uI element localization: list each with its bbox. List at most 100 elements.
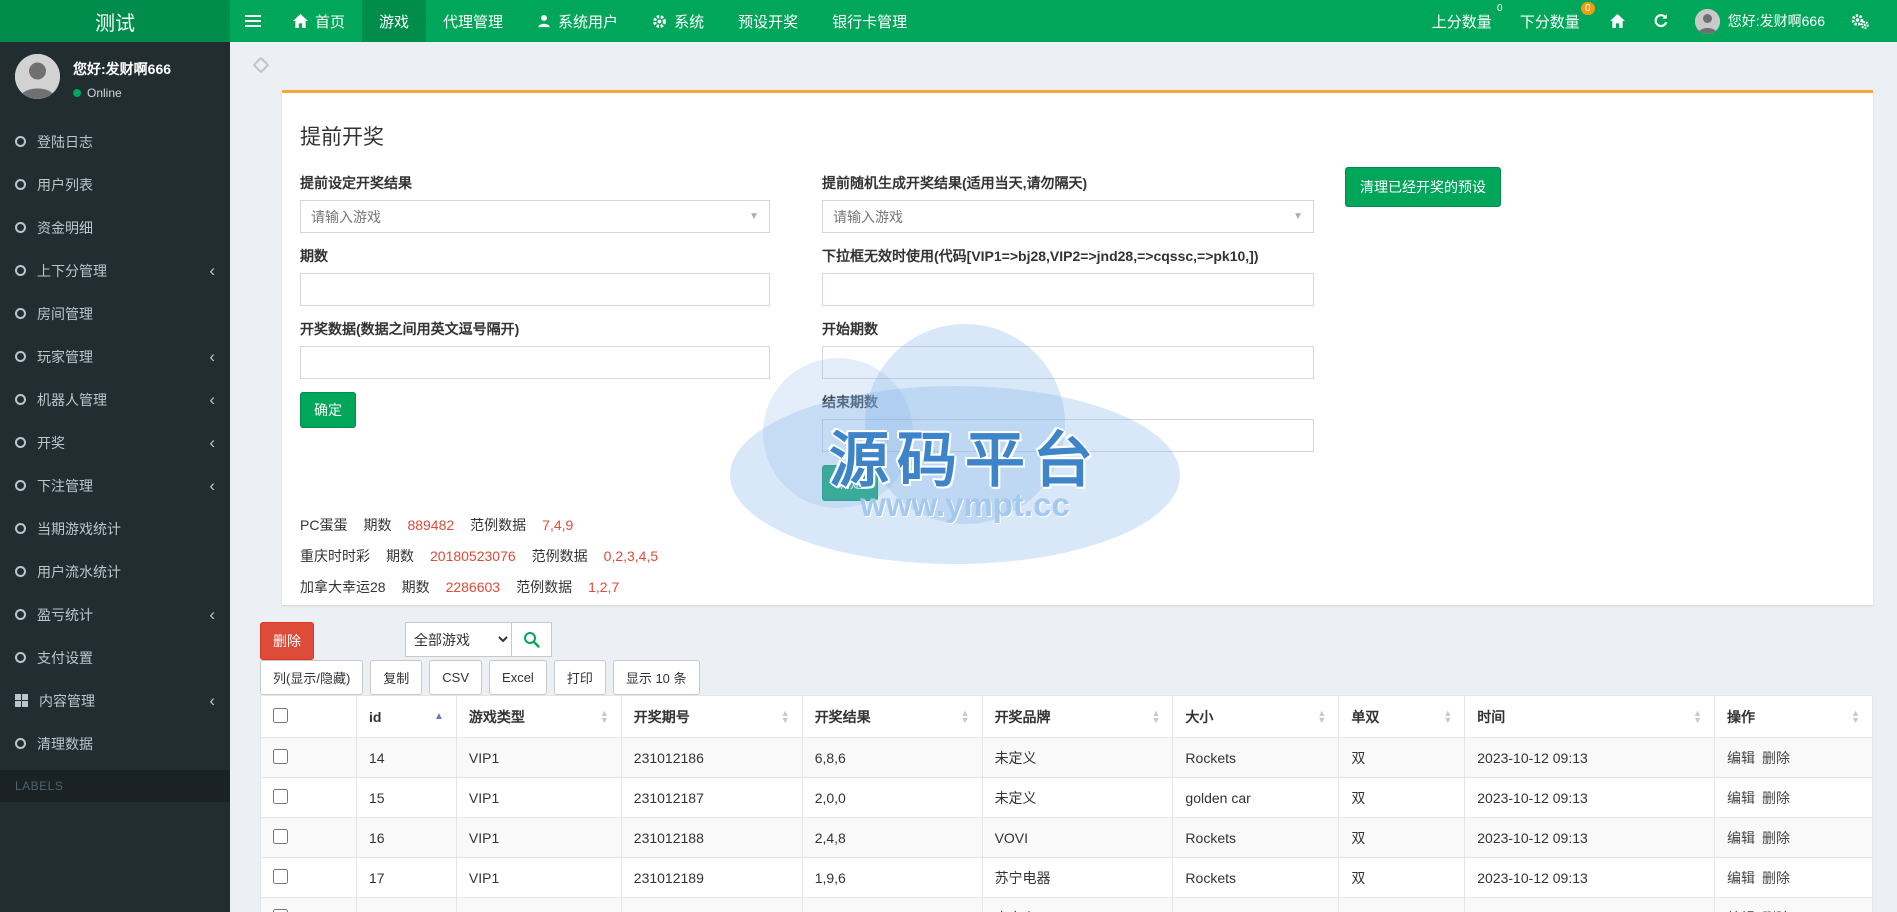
- print-button[interactable]: 打印: [553, 660, 606, 695]
- lottery-data-input[interactable]: [300, 346, 770, 379]
- nav-item-agent-management[interactable]: 代理管理: [426, 0, 520, 42]
- sample-data-list: PC蛋蛋 期数 889482 范例数据 7,4,9 重庆时时彩 期数 20180523076…: [300, 515, 1855, 605]
- sidebar-menu: 登陆日志 用户列表 资金明细 上下分管理 ‹ 房间管理 玩家管理 ‹ 机器人管理 ‹ …: [0, 120, 230, 802]
- select-all-checkbox[interactable]: [273, 707, 288, 723]
- confirm-set-button[interactable]: 确定: [300, 392, 356, 428]
- edit-link[interactable]: 编辑: [1727, 790, 1755, 806]
- main-menu: 首页 游戏 代理管理 系统用户 系统 预设开奖 银行卡管理: [276, 0, 924, 42]
- grid-icon: [15, 694, 28, 707]
- row-checkbox[interactable]: [273, 828, 288, 844]
- search-button[interactable]: [512, 622, 552, 657]
- sidebar-item-login-log[interactable]: 登陆日志: [0, 120, 230, 163]
- sidebar-toggle-button[interactable]: [230, 0, 276, 42]
- delete-button[interactable]: 删除: [260, 622, 314, 660]
- column-header-actions[interactable]: 操作 ▲ ▼: [1714, 695, 1873, 738]
- column-header-id[interactable]: id ▲: [355, 695, 457, 738]
- start-issue-input[interactable]: [822, 346, 1314, 379]
- copy-button[interactable]: 复制: [370, 660, 423, 695]
- confirm-random-button[interactable]: 确定: [822, 465, 878, 501]
- nav-item-games[interactable]: 游戏: [362, 0, 427, 42]
- circle-icon: [15, 738, 26, 749]
- circle-icon: [15, 652, 26, 663]
- row-checkbox[interactable]: [273, 868, 288, 884]
- avatar: [1694, 8, 1720, 34]
- circle-icon: [15, 265, 26, 276]
- sidebar-item-player-management[interactable]: 玩家管理 ‹: [0, 335, 230, 378]
- random-game-select[interactable]: 请输入游戏 ▼: [822, 200, 1314, 233]
- sidebar-item-profit-stats[interactable]: 盈亏统计 ‹: [0, 593, 230, 636]
- delete-link[interactable]: 删除: [1762, 870, 1790, 886]
- sidebar-item-payment-settings[interactable]: 支付设置: [0, 636, 230, 679]
- sidebar-item-bet-management[interactable]: 下注管理 ‹: [0, 464, 230, 507]
- row-checkbox[interactable]: [273, 788, 288, 804]
- clean-opened-presets-button[interactable]: 清理已经开奖的预设: [1345, 167, 1501, 207]
- chevron-left-icon: ‹: [209, 261, 215, 280]
- refresh-icon: [1654, 14, 1667, 28]
- end-issue-label: 结束期数: [822, 394, 878, 410]
- main-content: 提前开奖 清理已经开奖的预设 提前设定开奖结果 请输入游戏 ▼ 期数 开奖数据(…: [230, 42, 1897, 912]
- excel-button[interactable]: Excel: [489, 660, 547, 695]
- user-menu[interactable]: 您好:发财啊666: [1685, 8, 1835, 34]
- game-filter-select[interactable]: 全部游戏: [405, 622, 512, 657]
- sidebar-item-room-management[interactable]: 房间管理: [0, 292, 230, 335]
- results-table: id ▲ 游戏类型 ▲ ▼ 开奖期号 ▲ ▼ 开奖结果 ▲ ▼ 开奖品牌 ▲ ▼ 大小 ▲ ▼ 单双 ▲…: [260, 695, 1873, 912]
- column-header-brand[interactable]: 开奖品牌 ▲ ▼: [981, 695, 1174, 738]
- sidebar-item-user-flow-stats[interactable]: 用户流水统计: [0, 550, 230, 593]
- content-header-icon: [252, 56, 270, 74]
- sidebar-item-lottery[interactable]: 开奖 ‹: [0, 421, 230, 464]
- column-header-parity[interactable]: 单双 ▲ ▼: [1338, 695, 1466, 738]
- game-select[interactable]: 请输入游戏 ▼: [300, 200, 770, 233]
- navbar-right: 上分数量 0 下分数量 0 您好:发财啊666: [1422, 0, 1897, 42]
- sidebar-item-funds-detail[interactable]: 资金明细: [0, 206, 230, 249]
- column-header-issue[interactable]: 开奖期号 ▲ ▼: [620, 695, 803, 738]
- fallback-code-input[interactable]: [822, 273, 1314, 306]
- sidebar-item-clean-data[interactable]: 清理数据: [0, 722, 230, 765]
- nav-item-preset-lottery[interactable]: 预设开奖: [721, 0, 815, 42]
- home-shortcut-button[interactable]: [1598, 14, 1637, 28]
- online-status[interactable]: Online: [73, 86, 171, 100]
- nav-item-home[interactable]: 首页: [276, 0, 362, 42]
- sidebar-item-robot-management[interactable]: 机器人管理 ‹: [0, 378, 230, 421]
- up-points-counter[interactable]: 上分数量 0: [1422, 1, 1507, 32]
- circle-icon: [15, 308, 26, 319]
- row-checkbox[interactable]: [273, 748, 288, 764]
- delete-link[interactable]: 删除: [1762, 750, 1790, 766]
- settings-button[interactable]: [1839, 13, 1881, 29]
- columns-visibility-button[interactable]: 列(显示/隐藏): [260, 660, 364, 695]
- circle-icon: [15, 394, 26, 405]
- table-row: 14 VIP1 231012186 6,8,6 未定义 Rockets 双 20…: [260, 737, 1873, 778]
- nav-item-system-users[interactable]: 系统用户: [520, 0, 635, 42]
- down-points-counter[interactable]: 下分数量 0: [1510, 1, 1595, 32]
- issue-input[interactable]: [300, 273, 770, 306]
- brand-logo[interactable]: 测试: [0, 0, 230, 42]
- table-header-row: id ▲ 游戏类型 ▲ ▼ 开奖期号 ▲ ▼ 开奖结果 ▲ ▼ 开奖品牌 ▲ ▼ 大小 ▲ ▼ 单双 ▲…: [260, 695, 1873, 738]
- edit-link[interactable]: 编辑: [1727, 750, 1755, 766]
- sort-icon: ▲ ▼: [1693, 707, 1703, 725]
- column-header-time[interactable]: 时间 ▲ ▼: [1464, 695, 1716, 738]
- sort-icon: ▲ ▼: [1443, 707, 1453, 725]
- column-header-size[interactable]: 大小 ▲ ▼: [1172, 695, 1340, 738]
- chevron-left-icon: ‹: [209, 605, 215, 624]
- sidebar-item-current-game-stats[interactable]: 当期游戏统计: [0, 507, 230, 550]
- sample-line: 加拿大幸运28 期数 2286603 范例数据 1,2,7: [300, 579, 620, 595]
- delete-link[interactable]: 删除: [1762, 830, 1790, 846]
- nav-item-bank-card-management[interactable]: 银行卡管理: [815, 0, 924, 42]
- page-length-button[interactable]: 显示 10 条: [612, 660, 700, 695]
- column-header-result[interactable]: 开奖结果 ▲ ▼: [801, 695, 983, 738]
- delete-link[interactable]: 删除: [1762, 790, 1790, 806]
- gear-icon: [653, 14, 666, 28]
- table-row: 16 VIP1 231012188 2,4,8 VOVI Rockets 双 2…: [260, 817, 1873, 858]
- column-header-game-type[interactable]: 游戏类型 ▲ ▼: [455, 695, 622, 738]
- edit-link[interactable]: 编辑: [1727, 870, 1755, 886]
- chevron-left-icon: ‹: [209, 433, 215, 452]
- edit-link[interactable]: 编辑: [1727, 830, 1755, 846]
- row-checkbox[interactable]: [273, 908, 288, 912]
- csv-button[interactable]: CSV: [429, 660, 483, 695]
- sidebar-item-content-management[interactable]: 内容管理 ‹: [0, 679, 230, 722]
- refresh-button[interactable]: [1641, 13, 1681, 29]
- end-issue-input[interactable]: [822, 419, 1314, 452]
- preset-lottery-panel: 提前开奖 清理已经开奖的预设 提前设定开奖结果 请输入游戏 ▼ 期数 开奖数据(…: [282, 90, 1873, 605]
- sidebar-item-points-management[interactable]: 上下分管理 ‹: [0, 249, 230, 292]
- sidebar-item-user-list[interactable]: 用户列表: [0, 163, 230, 206]
- nav-item-system[interactable]: 系统: [635, 0, 721, 42]
